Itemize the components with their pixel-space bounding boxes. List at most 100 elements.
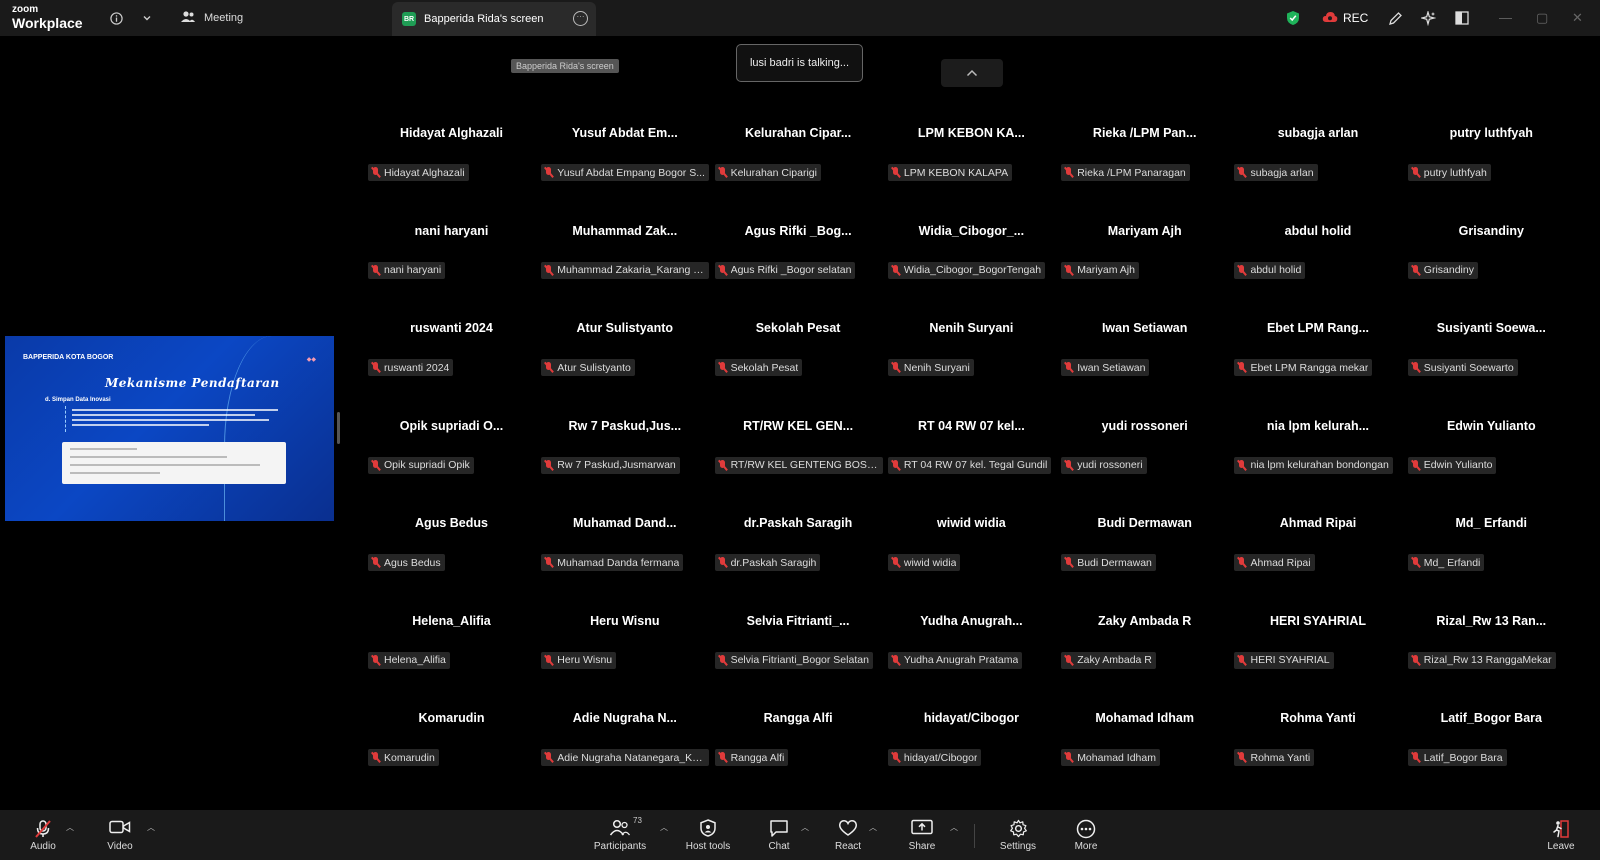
participant-tile[interactable]: Rohma Yanti Rohma Yanti [1231,704,1404,802]
video-options-caret-icon[interactable]: ︿ [147,822,155,833]
participant-tile[interactable]: Mohamad Idham Mohamad Idham [1058,704,1231,802]
participant-tile[interactable]: subagja arlan subagja arlan [1231,119,1404,217]
share-options-caret-icon[interactable]: ︿ [950,822,958,833]
participant-tile[interactable]: Grisandiny Grisandiny [1405,217,1578,315]
participant-display-name: Susiyanti Soewa... [1436,321,1546,335]
participant-tile[interactable]: abdul holid abdul holid [1231,217,1404,315]
participant-tile[interactable]: Komarudin Komarudin [365,704,538,802]
participant-tile[interactable]: yudi rossoneri yudi rossoneri [1058,412,1231,510]
participant-tile[interactable]: Md_ Erfandi Md_ Erfandi [1405,509,1578,607]
participant-tile[interactable]: Atur Sulistyanto Atur Sulistyanto [538,314,711,412]
screen-share-tab[interactable]: BR Bapperida Rida's screen ··· [392,2,596,36]
resize-handle[interactable] [337,412,340,444]
participant-tile[interactable]: Rw 7 Paskud,Jus... Rw 7 Paskud,Jusmarwan [538,412,711,510]
participant-tile[interactable]: Nenih Suryani Nenih Suryani [885,314,1058,412]
participant-label-text: Heru Wisnu [557,654,613,666]
host-tools-button[interactable]: Host tools [682,810,734,860]
collapse-gallery-button[interactable] [941,59,1003,87]
view-layout-icon[interactable] [1452,8,1472,28]
participant-tile[interactable]: Opik supriadi O... Opik supriadi Opik [365,412,538,510]
participant-label-text: putry luthfyah [1423,166,1487,179]
participant-tile[interactable]: Latif_Bogor Bara Latif_Bogor Bara [1405,704,1578,802]
participant-tile[interactable]: Heru Wisnu Heru Wisnu [538,607,711,705]
participant-display-name: subagja arlan [1277,126,1359,140]
participant-tile[interactable]: Selvia Fitrianti_... Selvia Fitrianti_Bog… [712,607,885,705]
participant-tile[interactable]: Zaky Ambada R Zaky Ambada R [1058,607,1231,705]
participant-tile[interactable]: Muhammad Zak... Muhammad Zakaria_Karang T… [538,217,711,315]
participant-tile[interactable]: Agus Rifki _Bog... Agus Rifki _Bogor sela… [712,217,885,315]
participant-tile[interactable]: RT/RW KEL GEN... RT/RW KEL GENTENG BOSEL [712,412,885,510]
meeting-tab[interactable]: Meeting [180,0,243,36]
participant-tile[interactable]: Ebet LPM Rang... Ebet LPM Rangga mekar [1231,314,1404,412]
participant-display-name: Adie Nugraha N... [572,711,677,725]
participant-label-text: Rieka /LPM Panaragan [1077,166,1186,179]
more-button[interactable]: More [1069,810,1103,860]
leave-button[interactable]: Leave [1546,810,1576,860]
close-icon[interactable]: ✕ [1572,10,1583,26]
participant-tile[interactable]: nani haryani nani haryani [365,217,538,315]
participant-tile[interactable]: Muhamad Dand... Muhamad Danda fermana [538,509,711,607]
participant-tile[interactable]: Adie Nugraha N... Adie Nugraha Natanegara… [538,704,711,802]
participant-tile[interactable]: Widia_Cibogor_... Widia_Cibogor_BogorTeng… [885,217,1058,315]
participant-tile[interactable]: Rangga Alfi Rangga Alfi [712,704,885,802]
participant-tile[interactable]: Sekolah Pesat Sekolah Pesat [712,314,885,412]
react-button[interactable]: React [831,810,865,860]
participant-label-text: Adie Nugraha Natanegara_Ka... [557,751,706,764]
chat-options-caret-icon[interactable]: ︿ [801,822,809,833]
participant-tile[interactable]: Susiyanti Soewa... Susiyanti Soewarto [1405,314,1578,412]
encryption-shield-icon[interactable] [1283,8,1303,28]
chevron-down-icon[interactable] [137,8,157,28]
participant-label-text: Ebet LPM Rangga mekar [1250,361,1369,374]
participant-tile[interactable]: Kelurahan Cipar... Kelurahan Ciparigi [712,119,885,217]
video-button[interactable]: Video [100,810,140,860]
mic-muted-icon [371,362,380,373]
participant-tile[interactable]: Rieka /LPM Pan... Rieka /LPM Panaragan [1058,119,1231,217]
participant-tile[interactable]: Helena_Alifia Helena_Alifia [365,607,538,705]
participant-tile[interactable]: Rizal_Rw 13 Ran... Rizal_Rw 13 RanggaMeka… [1405,607,1578,705]
participant-label-text: yudi rossoneri [1077,459,1143,471]
maximize-icon[interactable]: ▢ [1536,10,1548,26]
participant-display-name: Sekolah Pesat [755,321,841,335]
participant-tile[interactable]: putry luthfyah putry luthfyah [1405,119,1578,217]
participants-icon [609,819,631,841]
shared-screen-thumbnail[interactable]: BAPPERIDA KOTA BOGOR ◆◆ Mekanisme Pendaf… [5,336,334,521]
ai-companion-sparkle-icon[interactable] [1418,8,1438,28]
participant-tile[interactable]: Ahmad Ripai Ahmad Ripai [1231,509,1404,607]
participant-tile[interactable]: Hidayat Alghazali Hidayat Alghazali [365,119,538,217]
chat-button[interactable]: Chat [762,810,796,860]
mic-muted-icon [1411,362,1420,373]
react-options-caret-icon[interactable]: ︿ [869,822,877,833]
participant-tile[interactable]: Budi Dermawan Budi Dermawan [1058,509,1231,607]
participant-tile[interactable]: Mariyam Ajh Mariyam Ajh [1058,217,1231,315]
share-button[interactable]: Share [904,810,940,860]
audio-button[interactable]: Audio [22,810,64,860]
participant-tile[interactable]: nia lpm kelurah... nia lpm kelurahan bond… [1231,412,1404,510]
participant-tile[interactable]: LPM KEBON KA... LPM KEBON KALAPA [885,119,1058,217]
participant-tile[interactable]: Yudha Anugrah... Yudha Anugrah Pratama [885,607,1058,705]
participant-name-label: Adie Nugraha Natanegara_Ka... [541,749,710,766]
recording-indicator[interactable]: REC [1322,0,1368,36]
participant-tile[interactable]: Agus Bedus Agus Bedus [365,509,538,607]
participant-tile[interactable]: Edwin Yulianto Edwin Yulianto [1405,412,1578,510]
minimize-icon[interactable]: — [1499,10,1512,25]
participant-tile[interactable]: RT 04 RW 07 kel... RT 04 RW 07 kel. Tegal… [885,412,1058,510]
audio-options-caret-icon[interactable]: ︿ [66,822,74,833]
participant-display-name: Widia_Cibogor_... [918,223,1025,238]
participant-display-name: wiwid widia [937,516,1006,530]
participants-options-caret-icon[interactable]: ︿ [660,822,668,833]
settings-button[interactable]: Settings [998,810,1038,860]
participant-tile[interactable]: Iwan Setiawan Iwan Setiawan [1058,314,1231,412]
participant-tile[interactable]: HERI SYAHRIAL HERI SYAHRIAL [1231,607,1404,705]
mic-muted-icon [544,557,553,568]
annotate-pen-icon[interactable] [1385,8,1405,28]
audio-label: Audio [30,840,56,852]
participant-tile[interactable]: hidayat/Cibogor hidayat/Cibogor [885,704,1058,802]
react-label: React [834,840,862,852]
more-options-icon[interactable]: ··· [573,11,588,26]
info-icon[interactable] [106,8,126,28]
participant-display-name: HERI SYAHRIAL [1269,613,1367,628]
participant-tile[interactable]: Yusuf Abdat Em... Yusuf Abdat Empang Bogo… [538,119,711,217]
participant-tile[interactable]: ruswanti 2024 ruswanti 2024 [365,314,538,412]
participant-tile[interactable]: dr.Paskah Saragih dr.Paskah Saragih [712,509,885,607]
participant-tile[interactable]: wiwid widia wiwid widia [885,509,1058,607]
